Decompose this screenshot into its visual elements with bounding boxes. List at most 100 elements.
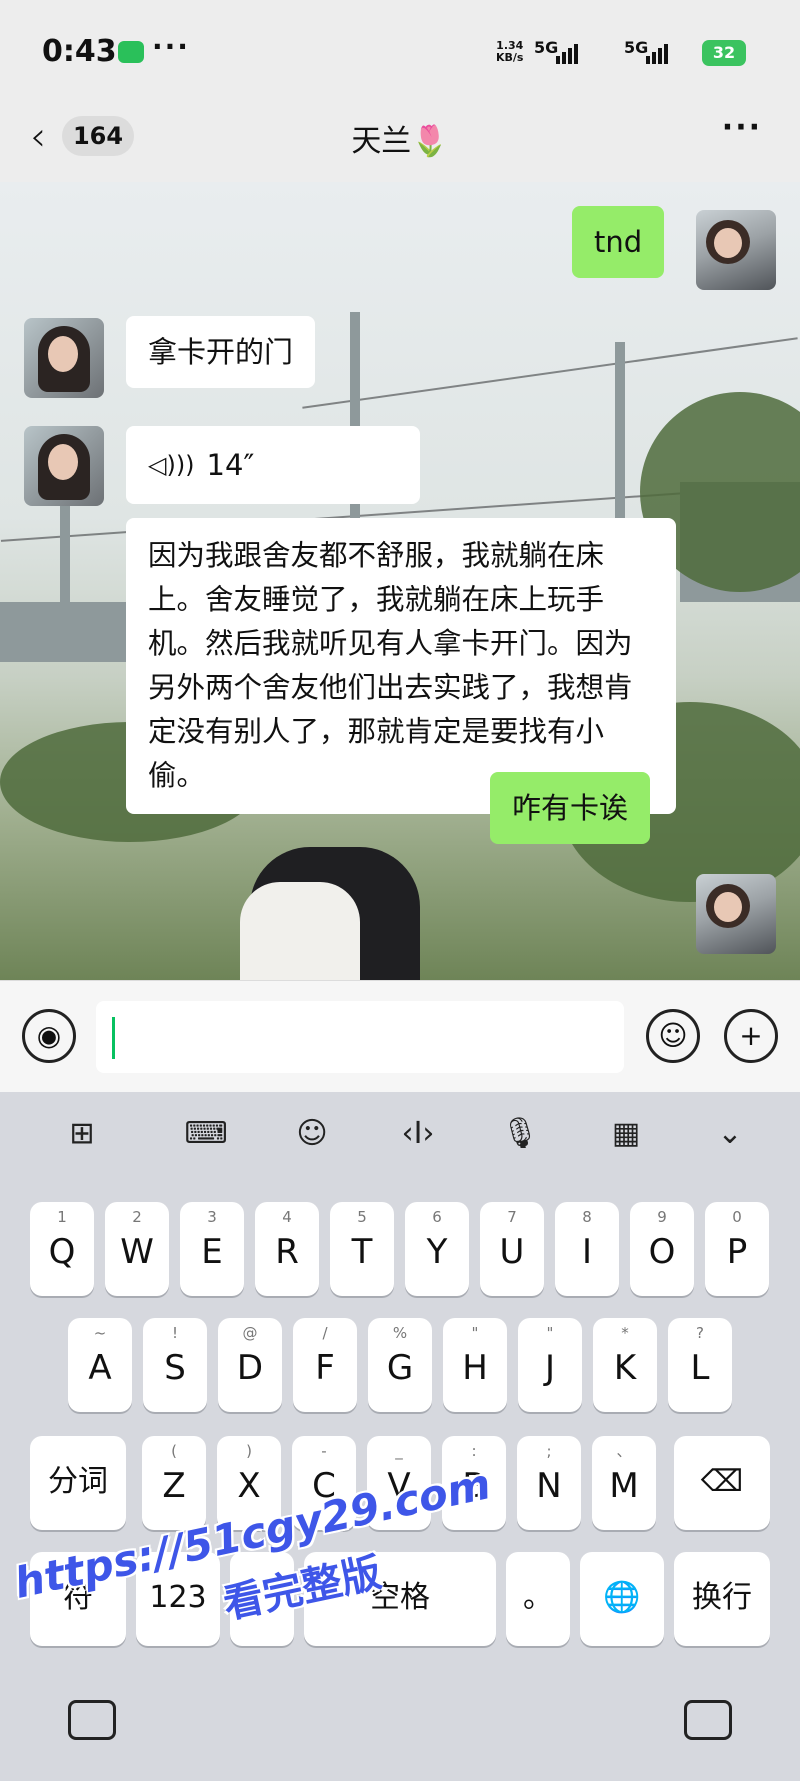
key-a[interactable]: ~ A — [68, 1318, 132, 1412]
apps-grid-icon[interactable]: ⊞ — [54, 1108, 110, 1160]
key-label: H — [462, 1348, 488, 1388]
key-hint: ; — [546, 1442, 552, 1460]
more-notifications-indicator: ··· — [152, 30, 190, 63]
key-k[interactable]: * K — [593, 1318, 657, 1412]
voice-message-bubble[interactable]: ◁))) 14″ — [126, 426, 420, 504]
self-avatar[interactable] — [696, 874, 776, 954]
key-label: P — [726, 1232, 748, 1272]
key-period[interactable]: 。 — [506, 1552, 570, 1646]
key-hint: 、 — [616, 1442, 632, 1460]
key-hint: ! — [171, 1324, 178, 1342]
clipboard-media-icon[interactable]: ▦ — [598, 1108, 654, 1160]
keyboard-settings-icon[interactable] — [68, 1700, 116, 1740]
microphone-icon[interactable]: 🎙 — [492, 1108, 548, 1160]
key-p[interactable]: 0P — [705, 1202, 769, 1296]
key-hint: 9 — [657, 1208, 667, 1226]
key-label: D — [236, 1348, 264, 1388]
key-e[interactable]: 3E — [180, 1202, 244, 1296]
key-label: K — [613, 1348, 637, 1388]
clipboard-icon[interactable] — [684, 1700, 732, 1740]
key-label: R — [275, 1232, 299, 1272]
voice-duration: 14″ — [206, 448, 255, 482]
key-hint: ~ — [93, 1324, 107, 1342]
key-n[interactable]: ; N — [517, 1436, 581, 1530]
key-fenci[interactable]: 分词 — [30, 1436, 126, 1530]
emoji-button-icon[interactable]: ☺ — [646, 1009, 700, 1063]
collapse-keyboard-icon[interactable]: ⌄ — [702, 1108, 758, 1160]
key-w[interactable]: 2W — [105, 1202, 169, 1296]
key-y[interactable]: 6Y — [405, 1202, 469, 1296]
message-input[interactable] — [96, 1001, 624, 1073]
incoming-message-bubble[interactable]: 因为我跟舍友都不舒服，我就躺在床上。舍友睡觉了，我就躺在床上玩手机。然后我就听见… — [126, 518, 676, 814]
key-label: I — [581, 1232, 593, 1272]
keyboard-toolbar: ⊞ ⌨ ☺ ‹I› 🎙 ▦ ⌄ — [0, 1092, 800, 1176]
key-q[interactable]: 1Q — [30, 1202, 94, 1296]
key-hint: " — [471, 1324, 479, 1342]
key-hint: ? — [696, 1324, 704, 1342]
key-d[interactable]: @ D — [218, 1318, 282, 1412]
key-language[interactable]: 🌐 — [580, 1552, 664, 1646]
key-r[interactable]: 4R — [255, 1202, 319, 1296]
key-enter[interactable]: 换行 — [674, 1552, 770, 1646]
key-hint: _ — [395, 1442, 403, 1460]
contact-avatar[interactable] — [24, 318, 104, 398]
key-i[interactable]: 8I — [555, 1202, 619, 1296]
key-label: Z — [162, 1466, 186, 1506]
voice-input-toggle-icon[interactable]: ◉ — [22, 1009, 76, 1063]
key-hint: * — [621, 1324, 629, 1342]
contact-avatar[interactable] — [24, 426, 104, 506]
key-label: L — [690, 1348, 710, 1388]
key-hint: % — [392, 1324, 408, 1342]
incoming-message-bubble[interactable]: 拿卡开的门 — [126, 316, 316, 388]
key-h[interactable]: " H — [443, 1318, 507, 1412]
key-u[interactable]: 7U — [480, 1202, 544, 1296]
key-hint: 4 — [282, 1208, 292, 1226]
key-s[interactable]: ! S — [143, 1318, 207, 1412]
key-z[interactable]: (Z — [142, 1436, 206, 1530]
key-hint: 2 — [132, 1208, 142, 1226]
signal-2-bars-icon — [646, 40, 668, 64]
bg-figure-shirt — [240, 882, 360, 980]
key-label: G — [386, 1348, 414, 1388]
key-label: S — [164, 1348, 186, 1388]
key-hint: 1 — [57, 1208, 67, 1226]
cursor-control-icon[interactable]: ‹I› — [390, 1108, 446, 1160]
key-f[interactable]: / F — [293, 1318, 357, 1412]
key-m[interactable]: 、 M — [592, 1436, 656, 1530]
signal-1-label: 5G — [534, 38, 559, 57]
keyboard-switch-icon[interactable]: ⌨ — [178, 1108, 234, 1160]
key-hint: 3 — [207, 1208, 217, 1226]
self-avatar[interactable] — [696, 210, 776, 290]
wechat-notification-icon — [118, 41, 144, 63]
key-hint: 5 — [357, 1208, 367, 1226]
key-t[interactable]: 5T — [330, 1202, 394, 1296]
chat-input-bar: ◉ ☺ + — [0, 980, 800, 1092]
chat-header: ‹ 164 天兰🌷 ··· — [0, 100, 800, 182]
key-label: W — [120, 1232, 154, 1272]
key-hint: 7 — [507, 1208, 517, 1226]
key-hint: 8 — [582, 1208, 592, 1226]
key-hint: ) — [246, 1442, 252, 1460]
emoji-panel-icon[interactable]: ☺ — [284, 1108, 340, 1160]
key-g[interactable]: % G — [368, 1318, 432, 1412]
key-hint: / — [322, 1324, 328, 1342]
globe-icon: 🌐 — [603, 1580, 641, 1615]
outgoing-message-bubble[interactable]: tnd — [572, 206, 665, 278]
chat-message-area[interactable]: tnd 拿卡开的门 ◁))) 14″ 因为我跟舍友都不舒服，我就躺在床上。舍友睡… — [0, 182, 800, 980]
more-actions-plus-icon[interactable]: + — [724, 1009, 778, 1063]
key-l[interactable]: ? L — [668, 1318, 732, 1412]
key-label: F — [315, 1348, 335, 1388]
outgoing-message-bubble[interactable]: 咋有卡诶 — [490, 772, 651, 844]
network-speed: 1.34 KB/s — [496, 39, 524, 64]
key-label: M — [609, 1466, 639, 1506]
chat-title: 天兰🌷 — [351, 124, 449, 159]
backspace-key[interactable]: ⌫ — [674, 1436, 770, 1530]
key-hint: " — [546, 1324, 554, 1342]
key-label: 123 — [149, 1580, 207, 1615]
key-label: U — [499, 1232, 525, 1272]
key-j[interactable]: " J — [518, 1318, 582, 1412]
key-label: Y — [426, 1232, 448, 1272]
more-options-icon[interactable]: ··· — [722, 110, 762, 145]
key-o[interactable]: 9O — [630, 1202, 694, 1296]
bg-bridge — [0, 602, 130, 662]
